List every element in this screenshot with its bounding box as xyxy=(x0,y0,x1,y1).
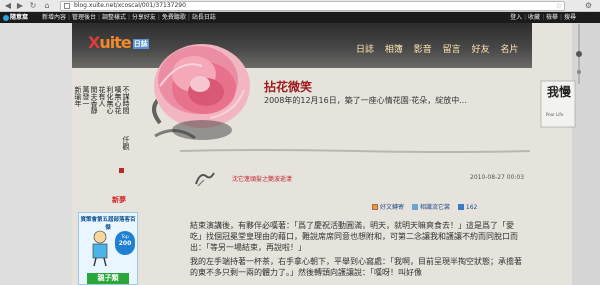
topnav-new[interactable]: 新增內容 xyxy=(42,14,66,21)
banner-subtext: Poor Life xyxy=(546,112,564,117)
calligraphy-col: 花有人 xyxy=(98,86,106,107)
browser-toolbar: ◀ ▶ ↻ ⌂ blog.xuite.net/xcoscal/001/37137… xyxy=(0,0,600,12)
address-bar[interactable]: blog.xuite.net/xcoscal/001/37137290 ☆ xyxy=(60,1,565,11)
red-seal-icon xyxy=(119,168,124,173)
peony-flower-icon xyxy=(152,44,250,140)
calligraphy-col: 閒夫香靜 xyxy=(90,86,98,114)
post-title-link[interactable]: 沈它蓬頭髮之艷波逝漾 xyxy=(232,174,292,183)
calligraphy-signature: 仟觀 xyxy=(122,136,130,150)
menu-diary[interactable]: 日誌 xyxy=(356,45,374,55)
left-gutter xyxy=(0,23,72,285)
category-tag: 親子類 xyxy=(87,273,129,284)
menu-album[interactable]: 相簿 xyxy=(385,45,403,55)
blog-title[interactable]: 拈花微笑 xyxy=(264,78,312,95)
calligraphy-col: 萬發一 xyxy=(82,86,90,107)
blog-menu: 日誌 相簿 影音 留言 好友 名片 xyxy=(356,42,526,55)
ink-divider xyxy=(180,149,530,153)
topnav-share[interactable]: 分享好友 xyxy=(132,14,156,21)
wrench-icon[interactable]: ⚙ xyxy=(585,1,592,10)
calligraphy-col: 嘆無心花 xyxy=(114,86,122,114)
back-icon[interactable]: ◀ xyxy=(3,1,13,11)
topnav-favorite[interactable]: 收藏 xyxy=(528,14,540,21)
menu-profile[interactable]: 名片 xyxy=(500,45,518,55)
calligraphy-col: 利化無心 xyxy=(106,86,114,114)
site-topnav: 隨意窩 新增內容 | 管理後台 | 調整樣式 | 分享好友 | 免費聽歌 | 站長日誌 登… xyxy=(0,12,600,23)
calligraphy-panel: 不謀時間 嘆無心花 利化無心 花有人 閒夫香靜 萬發一 新瑜年 仟觀 xyxy=(74,86,137,181)
forward-icon[interactable]: ▶ xyxy=(15,1,25,11)
calligraphy-col: 新瑜年 xyxy=(74,86,82,107)
top200-badge: Top 200 xyxy=(115,231,135,255)
topnav-log[interactable]: 站長日誌 xyxy=(192,14,216,21)
topnav-music[interactable]: 免費聽歌 xyxy=(162,14,186,21)
topnav-style[interactable]: 調整樣式 xyxy=(102,14,126,21)
menu-video[interactable]: 影音 xyxy=(414,45,432,55)
menu-friends[interactable]: 好友 xyxy=(472,45,490,55)
mail-icon xyxy=(372,204,378,210)
counter-icon xyxy=(457,204,464,210)
blogger-award-widget[interactable]: 資策會第五屆部落客百傑 Top 200 親子類 xyxy=(78,212,138,285)
view-count: 162 xyxy=(457,204,477,211)
folder-icon xyxy=(411,204,418,210)
post-paragraph: 結束演講後，有夥伴必嘆著：「爲了慶祝活動圓滿，明天，就明天嘛爽食去！」這是爲了「… xyxy=(190,221,518,252)
post-paragraph: 我的左手端持著一杯茶，右手拿心朝下，平舉到心窩處：「我啊，目前呈現半掏空狀態；承… xyxy=(190,257,522,277)
topnav-admin[interactable]: 管理後台 xyxy=(72,14,96,21)
post-brush-icon xyxy=(195,172,215,187)
page-icon xyxy=(64,3,70,9)
forward-article-button[interactable]: 好文轉寄 xyxy=(372,204,404,211)
address-text: blog.xuite.net/xcoscal/001/37137290 xyxy=(74,2,186,9)
topnav-right: 登入 | 收藏 | 檢舉 | 搜尋 xyxy=(510,14,576,21)
reload-icon[interactable]: ↻ xyxy=(28,1,38,11)
logo-dot-icon xyxy=(3,14,9,21)
cartoon-figure-icon xyxy=(92,230,108,267)
blog-subtitle: 2008年的12月16日，築了一座心情花園‧花朵，綻放中... xyxy=(264,96,467,105)
topnav-search[interactable]: 搜尋 xyxy=(564,14,576,21)
post-date: 2010-08-27 00:03 xyxy=(470,174,525,181)
related-button[interactable]: 相識流它裳 xyxy=(411,204,450,211)
site-logo[interactable]: 隨意窩 xyxy=(3,12,28,23)
menu-guestbook[interactable]: 留言 xyxy=(443,45,461,55)
page-root: ◀ ▶ ↻ ⌂ blog.xuite.net/xcoscal/001/37137… xyxy=(0,0,600,285)
post-actions: 好文轉寄 相識流它裳 162 xyxy=(372,202,483,211)
topnav-report[interactable]: 檢舉 xyxy=(546,14,558,21)
post-body: 結束演講後，有夥伴必嘆著：「爲了慶祝活動圓滿，明天，就明天嘛爽食去！」這是爲了「… xyxy=(190,220,522,281)
banner-text: 我慢 xyxy=(547,85,572,99)
right-banner[interactable]: 我慢 Poor Life xyxy=(540,80,576,128)
home-icon[interactable]: ⌂ xyxy=(42,1,52,11)
bookmark-star-icon[interactable]: ☆ xyxy=(556,2,562,10)
sidebar-new-label: 新夢 xyxy=(112,196,126,204)
topnav-left: 新增內容 | 管理後台 | 調整樣式 | 分享好友 | 免費聽歌 | 站長日誌 xyxy=(42,14,216,21)
topnav-login[interactable]: 登入 xyxy=(510,14,522,21)
calligraphy-col: 不謀時間 xyxy=(122,86,130,114)
